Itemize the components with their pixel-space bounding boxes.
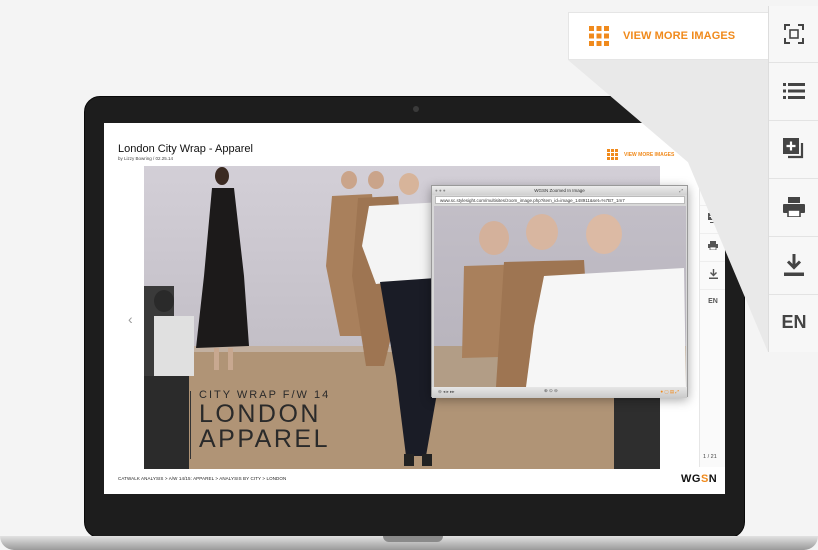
window-controls-icon[interactable]: ● ● ● [435,186,446,195]
zoom-controls-icon[interactable]: ⊕ ⊙ ⊖ [544,388,558,394]
wgsn-logo: WGSN [681,473,717,485]
zoom-window-titlebar: ● ● ● WGSN Zoomed In Image ⤢ [432,186,687,195]
laptop-notch [383,536,443,542]
overlay-title-line2: APPAREL [199,425,330,453]
list-icon[interactable] [769,62,818,118]
grid-icon [607,149,618,160]
screen-language-button[interactable]: EN [700,289,725,313]
print-icon[interactable] [769,178,818,234]
previous-image-arrow-icon[interactable]: ‹ [128,311,133,327]
zoomed-toolbar: EN [768,6,818,352]
view-more-images-label: VIEW MORE IMAGES [624,151,675,158]
overlay-title: LONDON APPAREL [199,402,330,452]
language-button[interactable]: EN [769,294,818,350]
logo-s: S [700,473,709,485]
view-more-images-label: VIEW MORE IMAGES [623,30,736,42]
logo-n: N [708,473,718,485]
expand-icon[interactable]: ⤢ [679,186,683,195]
title-divider [190,391,191,459]
zoomed-image [434,206,686,387]
view-more-images-button[interactable]: VIEW MORE IMAGES [607,149,674,160]
zoom-window-url[interactable]: www.sc.stylesight.com/multisites/zoom_im… [435,196,685,204]
byline: by Lizzy Bowring / 02.25.14 [118,156,174,161]
view-more-images-button-zoomed[interactable]: VIEW MORE IMAGES [568,12,769,60]
zoom-window-toolbar: ⊖ ◂ ▸ ▸▸ ⊕ ⊙ ⊖ ● ▢ ▤ ⤢ [432,387,687,398]
fullscreen-icon[interactable] [769,6,818,62]
logo-wg: WG [681,473,701,485]
screen-download-icon[interactable] [700,261,725,285]
image-counter: 1 / 21 [703,454,717,460]
zoom-window-title: WGSN Zoomed In Image [534,188,585,193]
window-action-icon[interactable]: ● ▢ ▤ ⤢ [660,389,679,395]
zoom-image-window: ● ● ● WGSN Zoomed In Image ⤢ www.sc.styl… [431,185,688,398]
add-to-board-icon[interactable] [769,120,818,176]
media-controls-icon[interactable]: ⊖ ◂ ▸ ▸▸ [438,389,455,395]
laptop-screen: London City Wrap - Apparel by Lizzy Bowr… [104,123,725,494]
zoomed-models-illustration [434,214,686,387]
page-title: London City Wrap - Apparel [118,143,253,155]
overlay-title-line1: LONDON [199,400,321,428]
camera [413,106,419,112]
grid-icon [589,26,609,46]
breadcrumb[interactable]: CATWALK ANALYSIS > A/W 14/15: APPAREL > … [118,476,286,481]
download-icon[interactable] [769,236,818,292]
